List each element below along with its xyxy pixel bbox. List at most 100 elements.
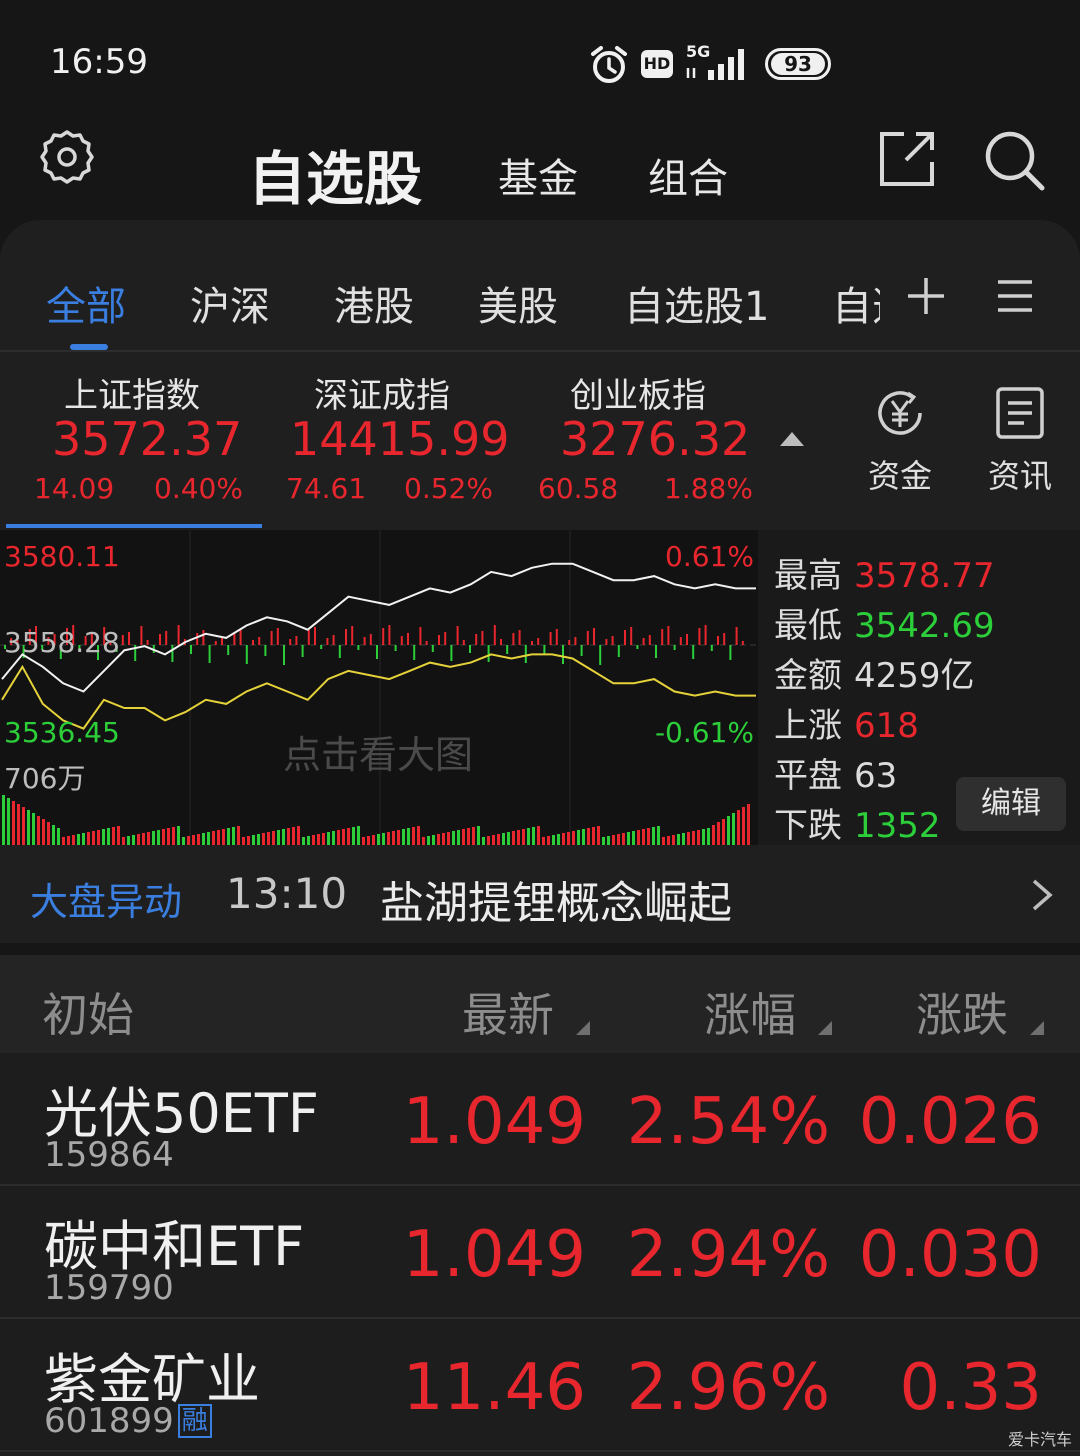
chevron-right-icon[interactable] (1030, 878, 1054, 912)
volume-bar-up (87, 832, 90, 845)
category-tab-watchlist1[interactable]: 自选股1 (624, 274, 769, 332)
volume-bar-up (647, 828, 650, 845)
volume-bar-down (352, 827, 355, 845)
volume-bar-up (162, 829, 165, 845)
stat-label: 最低 (774, 606, 842, 646)
volume-bar-up (262, 833, 265, 845)
volume-bar-up (672, 835, 675, 845)
stat-value: 618 (854, 706, 919, 746)
category-tab-overflow[interactable]: 自选 (832, 274, 880, 332)
category-tab-us[interactable]: 美股 (478, 274, 558, 332)
volume-bar-down (427, 836, 430, 845)
intraday-chart-svg: 3580.11 3558.28 3536.45 0.61% -0.61% 706… (0, 530, 758, 845)
volume-bar-up (247, 836, 250, 845)
breadth-bar-up (314, 627, 316, 645)
volume-bar-up (122, 837, 125, 845)
stat-value: 3542.69 (854, 606, 995, 646)
tab-portfolio[interactable]: 组合 (648, 146, 728, 204)
stat-value: 3578.77 (854, 556, 995, 596)
stat-amount: 金额 4259亿 (774, 648, 975, 697)
search-icon[interactable] (982, 128, 1046, 192)
breadth-bar-up (512, 633, 515, 645)
volume-bar-up (242, 837, 245, 845)
breadth-bar-down (301, 645, 304, 657)
sort-initial[interactable]: 初始 (42, 979, 134, 1045)
volume-bar-up (447, 832, 450, 845)
breadth-bar-down (264, 645, 267, 656)
market-alert-bar[interactable]: 大盘异动 13:10 盐湖提锂概念崛起 (0, 845, 1080, 943)
index-card-sse[interactable]: 上证指数 3572.37 14.09 0.40% (0, 360, 260, 525)
index-card-chinext[interactable]: 创业板指 3276.32 60.58 1.88% (514, 360, 764, 525)
volume-bar-down (732, 813, 735, 845)
breadth-bar-up (295, 636, 298, 645)
index-value: 3572.37 (52, 412, 243, 466)
breadth-bar-down (338, 645, 341, 658)
alarm-icon (591, 46, 627, 83)
breadth-bar-up (456, 626, 459, 645)
index-name: 创业板指 (570, 376, 706, 416)
volume-bar-down (152, 831, 155, 845)
volume-bar-up (337, 830, 340, 845)
breadth-bar-up (121, 635, 124, 645)
breadth-bar-up (611, 636, 614, 645)
volume-bar-up (62, 837, 65, 845)
volume-bar-up (637, 830, 640, 845)
intraday-chart[interactable]: 3580.11 3558.28 3536.45 0.61% -0.61% 706… (0, 530, 758, 845)
stock-pct: 2.54% (626, 1085, 830, 1159)
tab-fund[interactable]: 基金 (498, 146, 578, 204)
sort-latest[interactable]: 最新 (462, 979, 554, 1045)
volume-bar-up (347, 828, 350, 845)
breadth-bar-up (221, 638, 223, 645)
volume-bar-up (147, 832, 150, 845)
volume-bar-up (667, 836, 670, 845)
table-row[interactable]: 碳中和ETF 159790 1.049 2.94% 0.030 (0, 1186, 1080, 1319)
sort-pct[interactable]: 涨幅 (704, 979, 796, 1045)
breadth-bar-down (394, 645, 397, 651)
volume-bar-up (272, 831, 275, 845)
edit-button[interactable]: 编辑 (956, 777, 1066, 831)
volume-bar-down (607, 836, 610, 845)
table-row[interactable]: 光伏50ETF 159864 1.049 2.54% 0.026 (0, 1053, 1080, 1186)
volume-bar-up (692, 831, 695, 845)
volume-bar-down (382, 833, 385, 845)
index-card-szse[interactable]: 深证成指 14415.99 74.61 0.52% (262, 360, 512, 525)
list-header: 初始 最新 涨幅 涨跌 (0, 955, 1080, 1053)
stat-value: 4259亿 (854, 656, 975, 696)
category-tab-shsz[interactable]: 沪深 (190, 274, 270, 332)
table-row[interactable]: 紫金矿业 601899 融 11.46 2.96% 0.33 (0, 1319, 1080, 1452)
breadth-bar-up (419, 627, 422, 645)
volume-bar-down (52, 825, 55, 845)
volume-bar-down (702, 829, 705, 845)
settings-icon[interactable] (36, 126, 98, 188)
battery-icon: 93 (765, 48, 831, 80)
capital-flow-button[interactable]: 资金 (855, 385, 945, 497)
breadth-bar-up (555, 629, 558, 645)
volume-bar-down (77, 834, 80, 845)
volume-bar-down (657, 826, 660, 845)
volume-bar-down (677, 834, 680, 845)
menu-icon[interactable] (996, 278, 1034, 314)
breadth-bar-up (642, 638, 645, 645)
page-title[interactable]: 自选股 (248, 132, 422, 216)
sort-indicator-icon (1030, 1021, 1044, 1035)
margin-badge: 融 (177, 1404, 212, 1438)
breadth-bar-down (562, 645, 564, 664)
sort-change[interactable]: 涨跌 (916, 979, 1008, 1045)
volume-bar-down (7, 798, 10, 845)
add-icon[interactable] (906, 276, 946, 316)
volume-bar-down (432, 835, 435, 845)
collapse-arrow-icon[interactable] (780, 432, 804, 446)
share-icon[interactable] (876, 128, 938, 190)
news-button[interactable]: 资讯 (975, 385, 1065, 497)
category-tab-all[interactable]: 全部 (46, 274, 126, 332)
volume-bar-up (222, 829, 225, 845)
volume-bar-up (737, 810, 740, 845)
volume-bar-down (452, 831, 455, 845)
volume-bar-up (112, 827, 115, 845)
volume-bar-up (597, 826, 600, 845)
volume-bar-up (487, 836, 490, 845)
volume-bar-up (512, 831, 515, 845)
volume-bar-up (472, 827, 475, 845)
category-tab-hk[interactable]: 港股 (334, 274, 414, 332)
index-name: 上证指数 (64, 376, 200, 416)
